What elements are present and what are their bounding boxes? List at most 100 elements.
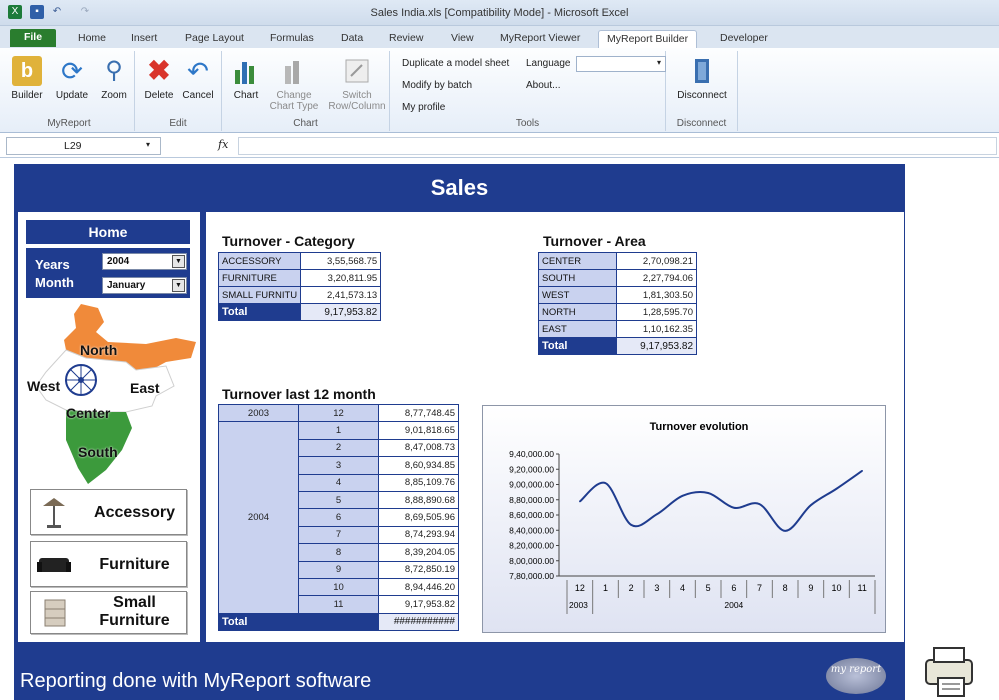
update-button[interactable]: ⟳ Update	[52, 56, 92, 101]
name-box[interactable]: L29	[6, 137, 161, 155]
row-value: 1,28,595.70	[616, 303, 697, 321]
duplicate-model-sheet-button[interactable]: Duplicate a model sheet	[402, 58, 509, 69]
x-tick-label: 2	[629, 583, 634, 593]
tab-file[interactable]: File	[10, 29, 56, 47]
total-value: ###########	[378, 612, 459, 632]
years-label: Years	[35, 257, 70, 272]
x-tick-label: 5	[706, 583, 711, 593]
row-value: 8,47,008.73	[378, 438, 459, 458]
map-label-east[interactable]: East	[130, 380, 160, 396]
year-cell: 2003	[218, 403, 299, 423]
change-chart-type-button[interactable]: Change Chart Type	[266, 56, 322, 112]
name-box-dropdown-icon[interactable]: ▾	[146, 140, 150, 149]
cancel-button[interactable]: ↶ Cancel	[179, 56, 217, 101]
builder-button[interactable]: b Builder	[8, 56, 46, 101]
accessory-button[interactable]: Accessory	[30, 489, 187, 535]
month-cell: 4	[298, 473, 379, 492]
total-row: Total ###########	[218, 612, 459, 632]
year-select[interactable]: 2004 ▼	[102, 253, 187, 270]
small-furniture-button[interactable]: Small Furniture	[30, 591, 187, 634]
row-value: 1,10,162.35	[616, 320, 697, 338]
cabinet-icon	[44, 599, 66, 627]
group-myreport: b Builder ⟳ Update ⚲ Zoom MyReport	[4, 51, 135, 131]
row-value: 3,20,811.95	[300, 269, 382, 287]
x-tick-label: 12	[575, 583, 585, 593]
printer-icon[interactable]	[920, 642, 980, 698]
map-label-north[interactable]: North	[80, 342, 117, 358]
chevron-down-icon[interactable]: ▼	[172, 255, 185, 268]
row-value: 8,74,293.94	[378, 525, 459, 545]
tab-page-layout[interactable]: Page Layout	[177, 30, 252, 48]
y-tick-label: 9,20,000.00	[509, 464, 554, 474]
table-row[interactable]: EAST 1,10,162.35	[538, 320, 697, 338]
function-icon[interactable]: fx	[218, 138, 228, 151]
home-button[interactable]: Home	[26, 220, 190, 244]
row-value: 1,81,303.50	[616, 286, 697, 304]
builder-icon: b	[12, 56, 42, 86]
x-tick-label: 8	[783, 583, 788, 593]
tab-data[interactable]: Data	[333, 30, 371, 48]
x-tick-label: 11	[857, 583, 866, 593]
month-cell: 9	[298, 560, 379, 579]
switch-icon	[342, 56, 372, 86]
switch-row-column-button[interactable]: Switch Row/Column	[326, 56, 388, 112]
chart-button[interactable]: Chart	[228, 56, 264, 101]
tab-insert[interactable]: Insert	[123, 30, 165, 48]
table-row[interactable]: FURNITURE 3,20,811.95	[217, 269, 382, 287]
tab-myreport-viewer[interactable]: MyReport Viewer	[492, 30, 588, 48]
turnover-12-title: Turnover last 12 month	[222, 386, 376, 402]
chevron-down-icon[interactable]: ▼	[172, 279, 185, 292]
data-point	[707, 492, 709, 494]
my-profile-button[interactable]: My profile	[402, 102, 445, 113]
group-edit: ✖ Delete ↶ Cancel Edit	[135, 51, 222, 131]
zoom-button[interactable]: ⚲ Zoom	[96, 56, 132, 101]
title-bar: X ▪ ↶ ↷ Sales India.xls [Compatibility M…	[0, 0, 999, 26]
turnover-chart[interactable]: Turnover evolution 7,80,000.00 8,00,000.00…	[482, 405, 886, 633]
data-point	[656, 513, 658, 516]
door-icon	[687, 56, 717, 86]
tab-view[interactable]: View	[443, 30, 482, 48]
table-row[interactable]: ACCESSORY 3,55,568.75	[217, 252, 382, 270]
month-cell: 12	[298, 403, 379, 423]
row-label: FURNITURE	[217, 269, 302, 287]
map-label-south[interactable]: South	[78, 444, 118, 460]
formula-input[interactable]	[238, 137, 997, 155]
row-value: 2,70,098.21	[616, 252, 697, 270]
myreport-logo: my report	[826, 658, 886, 694]
turnover-area-title: Turnover - Area	[543, 233, 646, 249]
delete-button[interactable]: ✖ Delete	[141, 56, 177, 102]
map-label-west[interactable]: West	[27, 378, 60, 394]
month-cell: 6	[298, 508, 379, 527]
table-row[interactable]: CENTER 2,70,098.21	[538, 252, 697, 270]
about-button[interactable]: About...	[526, 80, 560, 91]
month-cell: 1	[298, 421, 379, 440]
formula-bar: L29 ▾ fx	[0, 134, 999, 158]
disconnect-button[interactable]: Disconnect	[672, 56, 732, 101]
tab-formulas[interactable]: Formulas	[262, 30, 322, 48]
tab-review[interactable]: Review	[381, 30, 431, 48]
map-label-center[interactable]: Center	[66, 405, 110, 421]
table-row[interactable]: NORTH 1,28,595.70	[538, 303, 697, 321]
table-row[interactable]: SMALL FURNITU 2,41,573.13	[217, 286, 382, 304]
tab-home[interactable]: Home	[70, 30, 114, 48]
table-row[interactable]: SOUTH 2,27,794.06	[538, 269, 697, 287]
table-row[interactable]: 2004 1 9,01,818.65	[218, 421, 459, 614]
row-value: 8,85,109.76	[378, 473, 459, 492]
table-row[interactable]: WEST 1,81,303.50	[538, 286, 697, 304]
tab-myreport-builder[interactable]: MyReport Builder	[598, 30, 698, 48]
furniture-button[interactable]: Furniture	[30, 541, 187, 587]
dashboard-title: Sales	[430, 175, 489, 200]
total-row: Total 9,17,953.82	[538, 337, 697, 355]
data-point	[630, 524, 632, 526]
language-dropdown[interactable]: ▾	[576, 56, 666, 72]
table-row[interactable]: 2003 12 8,77,748.45	[218, 403, 459, 423]
total-label: Total	[538, 337, 617, 355]
y-tick-label: 9,00,000.00	[509, 480, 554, 490]
row-value: 9,17,953.82	[378, 595, 459, 614]
data-point	[733, 506, 735, 509]
tab-developer[interactable]: Developer	[712, 30, 776, 48]
month-select[interactable]: January ▼	[102, 277, 187, 294]
modify-by-batch-button[interactable]: Modify by batch	[402, 80, 472, 91]
month-cell: 2	[298, 438, 379, 458]
row-value: 9,01,818.65	[378, 421, 459, 440]
